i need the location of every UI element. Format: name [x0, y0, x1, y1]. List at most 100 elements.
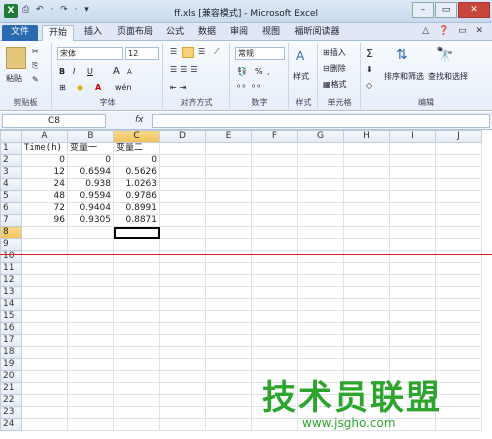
cell-c9[interactable] [113, 238, 160, 251]
cell-d8[interactable] [159, 226, 206, 239]
autosum-button[interactable]: Σ [366, 47, 373, 60]
cell-h18[interactable] [343, 346, 390, 359]
clear-icon[interactable]: ◇ [366, 81, 372, 90]
cell-d24[interactable] [159, 418, 206, 431]
cell-b6[interactable]: 0.9404 [67, 202, 114, 215]
cell-f19[interactable] [251, 358, 298, 371]
cell-j10[interactable] [435, 250, 482, 263]
cell-j3[interactable] [435, 166, 482, 179]
cell-j8[interactable] [435, 226, 482, 239]
font-size-select[interactable]: 12 [125, 47, 159, 60]
paste-button[interactable]: 粘贴 [6, 73, 22, 84]
cell-d20[interactable] [159, 370, 206, 383]
cell-b1[interactable]: 变量一 [67, 142, 114, 155]
cell-f8[interactable] [251, 226, 298, 239]
cell-e3[interactable] [205, 166, 252, 179]
cell-i15[interactable] [389, 310, 436, 323]
row-header[interactable]: 22 [0, 394, 22, 407]
cell-h6[interactable] [343, 202, 390, 215]
cell-j6[interactable] [435, 202, 482, 215]
cell-b3[interactable]: 0.6594 [67, 166, 114, 179]
tab-view[interactable]: 视图 [256, 25, 286, 41]
cell-g6[interactable] [297, 202, 344, 215]
cell-a21[interactable] [21, 382, 68, 395]
cell-a14[interactable] [21, 298, 68, 311]
cell-j16[interactable] [435, 322, 482, 335]
cell-j24[interactable] [435, 418, 482, 431]
cell-b12[interactable] [67, 274, 114, 287]
clipboard-icon[interactable] [6, 47, 26, 69]
tab-file[interactable]: 文件 [2, 25, 38, 41]
cell-i18[interactable] [389, 346, 436, 359]
cell-f12[interactable] [251, 274, 298, 287]
cell-g19[interactable] [297, 358, 344, 371]
cell-f10[interactable] [251, 250, 298, 263]
cell-d5[interactable] [159, 190, 206, 203]
column-header-f[interactable]: F [251, 130, 298, 143]
align-middle-icon[interactable] [182, 47, 194, 58]
cell-a2[interactable]: 0 [21, 154, 68, 167]
row-header[interactable]: 17 [0, 334, 22, 347]
cell-c13[interactable] [113, 286, 160, 299]
cell-c8[interactable] [113, 226, 160, 239]
bold-button[interactable]: B [59, 67, 65, 76]
cell-d2[interactable] [159, 154, 206, 167]
cell-f24[interactable] [251, 418, 298, 431]
cell-d21[interactable] [159, 382, 206, 395]
cell-i24[interactable] [389, 418, 436, 431]
cell-g24[interactable] [297, 418, 344, 431]
cell-c18[interactable] [113, 346, 160, 359]
font-color-icon[interactable]: A [95, 83, 101, 92]
cell-g20[interactable] [297, 370, 344, 383]
cell-a16[interactable] [21, 322, 68, 335]
cell-e19[interactable] [205, 358, 252, 371]
row-header[interactable]: 16 [0, 322, 22, 335]
cell-g18[interactable] [297, 346, 344, 359]
minimize-button[interactable]: – [412, 2, 434, 18]
cell-b17[interactable] [67, 334, 114, 347]
cell-g8[interactable] [297, 226, 344, 239]
cell-a18[interactable] [21, 346, 68, 359]
cell-f20[interactable] [251, 370, 298, 383]
cell-a22[interactable] [21, 394, 68, 407]
cell-e6[interactable] [205, 202, 252, 215]
cell-b20[interactable] [67, 370, 114, 383]
cell-h1[interactable] [343, 142, 390, 155]
cell-f6[interactable] [251, 202, 298, 215]
cell-j9[interactable] [435, 238, 482, 251]
cell-c10[interactable] [113, 250, 160, 263]
cell-b10[interactable] [67, 250, 114, 263]
font-name-select[interactable]: 宋体 [57, 47, 123, 60]
sort-filter-icon[interactable]: ⇅ [396, 47, 408, 63]
cell-j22[interactable] [435, 394, 482, 407]
sheet-table[interactable]: ABCDEFGHIJ 1 Time(h) 变量一 变量二 2 0 0 0 3 12 0.6594 0.… [0, 130, 482, 431]
column-header-i[interactable]: I [389, 130, 436, 143]
cell-j11[interactable] [435, 262, 482, 275]
cell-d17[interactable] [159, 334, 206, 347]
cell-h15[interactable] [343, 310, 390, 323]
row-header[interactable]: 9 [0, 238, 22, 251]
cell-c4[interactable]: 1.0263 [113, 178, 160, 191]
cell-f14[interactable] [251, 298, 298, 311]
cell-g11[interactable] [297, 262, 344, 275]
cell-g16[interactable] [297, 322, 344, 335]
row-header[interactable]: 2 [0, 154, 22, 167]
cell-e20[interactable] [205, 370, 252, 383]
cell-b7[interactable]: 0.9305 [67, 214, 114, 227]
row-header[interactable]: 6 [0, 202, 22, 215]
column-header-b[interactable]: B [67, 130, 114, 143]
cell-i10[interactable] [389, 250, 436, 263]
find-select-icon[interactable]: 🔭 [436, 47, 453, 63]
row-header[interactable]: 23 [0, 406, 22, 419]
cell-e14[interactable] [205, 298, 252, 311]
cell-b4[interactable]: 0.938 [67, 178, 114, 191]
cell-f15[interactable] [251, 310, 298, 323]
row-header[interactable]: 8 [0, 226, 22, 239]
cell-e17[interactable] [205, 334, 252, 347]
row-header[interactable]: 7 [0, 214, 22, 227]
cell-c2[interactable]: 0 [113, 154, 160, 167]
cell-d19[interactable] [159, 358, 206, 371]
cell-f2[interactable] [251, 154, 298, 167]
currency-icon[interactable]: 💱 [237, 67, 247, 76]
cut-icon[interactable]: ✂ [32, 47, 39, 56]
